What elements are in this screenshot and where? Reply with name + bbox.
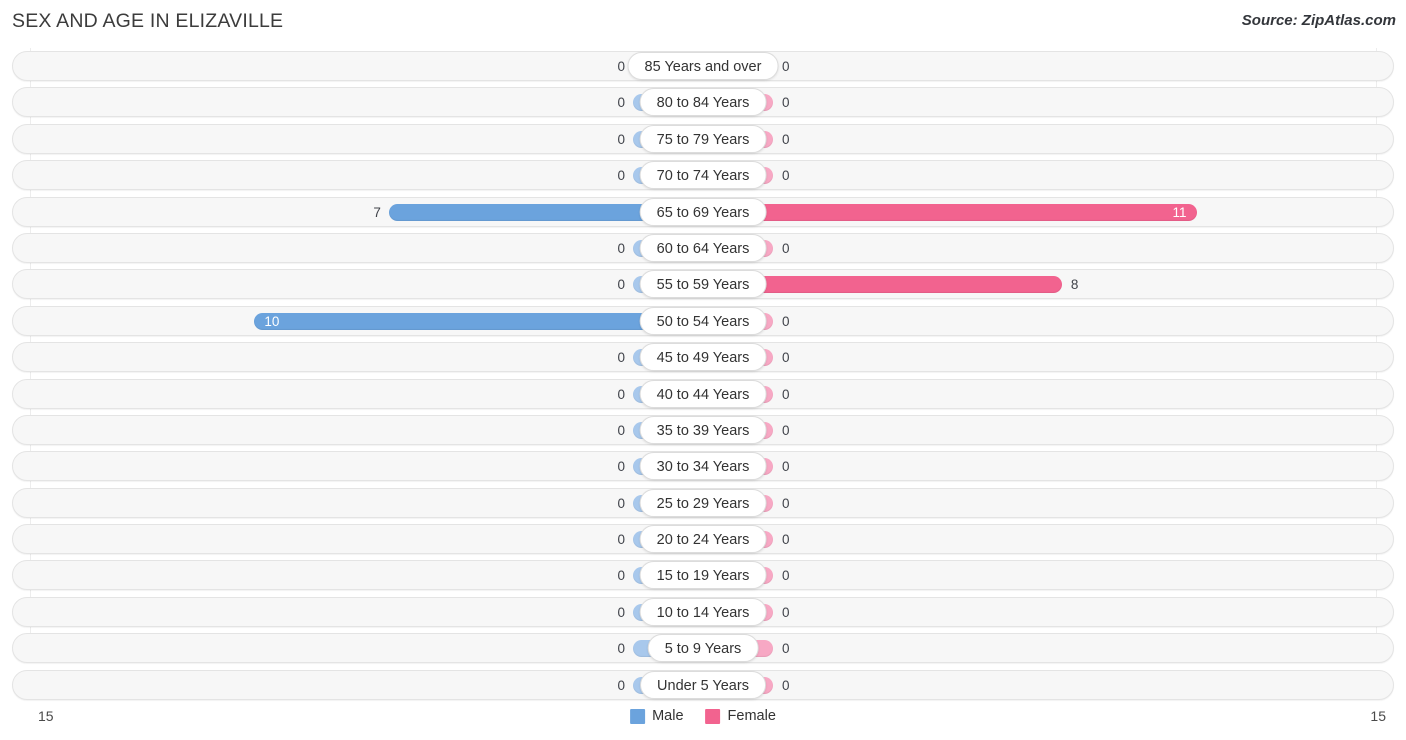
age-group-label: 25 to 29 Years bbox=[639, 488, 767, 517]
source-attribution: Source: ZipAtlas.com bbox=[1241, 12, 1396, 29]
age-group-label: 15 to 19 Years bbox=[639, 561, 767, 590]
age-row[interactable]: 0 0 30 to 34 Years bbox=[0, 448, 1406, 484]
chart-header: SEX AND AGE IN ELIZAVILLE Source: ZipAtl… bbox=[0, 0, 1406, 46]
female-value-label: 0 bbox=[782, 131, 790, 147]
age-group-label: 10 to 14 Years bbox=[639, 597, 767, 626]
age-group-label: 80 to 84 Years bbox=[639, 88, 767, 117]
age-group-label: 20 to 24 Years bbox=[639, 525, 767, 554]
female-value-label: 0 bbox=[782, 240, 790, 256]
age-group-label: 50 to 54 Years bbox=[639, 306, 767, 335]
age-group-label: 30 to 34 Years bbox=[639, 452, 767, 481]
age-row[interactable]: 0 0 40 to 44 Years bbox=[0, 376, 1406, 412]
age-row[interactable]: 0 0 80 to 84 Years bbox=[0, 84, 1406, 120]
age-row[interactable]: 0 0 35 to 39 Years bbox=[0, 412, 1406, 448]
male-value-label: 0 bbox=[617, 59, 625, 74]
female-value-label: 0 bbox=[782, 422, 790, 438]
male-value-label: 0 bbox=[617, 277, 625, 293]
age-group-label: 60 to 64 Years bbox=[639, 233, 767, 262]
age-row[interactable]: 0 0 20 to 24 Years bbox=[0, 521, 1406, 557]
legend-item-male[interactable]: Male bbox=[630, 708, 684, 724]
chart-plot-area: 0 0 85 Years and over 0 0 80 to 84 Years 0 0 75 … bbox=[0, 48, 1406, 703]
page-title: SEX AND AGE IN ELIZAVILLE bbox=[12, 10, 284, 32]
female-value-label: 0 bbox=[782, 677, 790, 693]
legend-label-male: Male bbox=[652, 708, 684, 724]
female-value-label: 0 bbox=[782, 604, 790, 620]
age-row[interactable]: 0 0 Under 5 Years bbox=[0, 667, 1406, 703]
axis-label-left: 15 bbox=[38, 708, 54, 724]
female-value-label: 11 bbox=[1172, 204, 1187, 220]
age-group-label: 35 to 39 Years bbox=[639, 415, 767, 444]
age-row[interactable]: 0 0 60 to 64 Years bbox=[0, 230, 1406, 266]
age-row[interactable]: 0 0 85 Years and over bbox=[0, 48, 1406, 84]
female-bar[interactable] bbox=[703, 203, 1197, 221]
male-value-label: 0 bbox=[617, 350, 625, 366]
age-group-label: 40 to 44 Years bbox=[639, 379, 767, 408]
female-color-swatch-icon bbox=[705, 708, 721, 724]
female-value-label: 0 bbox=[782, 168, 790, 184]
male-value-label: 0 bbox=[617, 459, 625, 475]
male-value-label: 7 bbox=[373, 204, 381, 220]
female-value-label: 0 bbox=[782, 350, 790, 366]
male-value-label: 0 bbox=[617, 422, 625, 438]
age-group-label: 65 to 69 Years bbox=[639, 197, 767, 226]
female-value-label: 0 bbox=[782, 568, 790, 584]
age-group-label: 70 to 74 Years bbox=[639, 161, 767, 190]
male-value-label: 0 bbox=[617, 168, 625, 184]
age-row[interactable]: 0 0 25 to 29 Years bbox=[0, 485, 1406, 521]
age-row[interactable]: 0 8 55 to 59 Years bbox=[0, 266, 1406, 302]
male-value-label: 0 bbox=[617, 568, 625, 584]
age-row[interactable]: 0 0 5 to 9 Years bbox=[0, 630, 1406, 666]
male-value-label: 0 bbox=[617, 131, 625, 147]
age-row[interactable]: 0 0 10 to 14 Years bbox=[0, 594, 1406, 630]
female-value-label: 8 bbox=[1070, 277, 1079, 293]
female-value-label: 0 bbox=[782, 495, 790, 511]
male-color-swatch-icon bbox=[630, 708, 646, 724]
age-row[interactable]: 0 0 75 to 79 Years bbox=[0, 121, 1406, 157]
male-bar[interactable] bbox=[254, 312, 703, 330]
age-row[interactable]: 0 0 70 to 74 Years bbox=[0, 157, 1406, 193]
age-rows: 0 0 85 Years and over 0 0 80 to 84 Years 0 0 75 … bbox=[0, 48, 1406, 703]
age-row[interactable]: 7 11 65 to 69 Years bbox=[0, 194, 1406, 230]
male-value-label: 0 bbox=[617, 240, 625, 256]
female-value-label: 0 bbox=[782, 459, 790, 475]
male-value-label: 0 bbox=[617, 677, 625, 693]
age-group-label: 45 to 49 Years bbox=[639, 343, 767, 372]
male-value-label: 0 bbox=[617, 641, 625, 657]
female-value-label: 0 bbox=[782, 532, 790, 548]
male-value-label: 0 bbox=[617, 532, 625, 548]
age-row[interactable]: 0 0 15 to 19 Years bbox=[0, 557, 1406, 593]
age-group-label: 75 to 79 Years bbox=[639, 124, 767, 153]
age-group-label: 55 to 59 Years bbox=[639, 270, 767, 299]
age-group-label: 85 Years and over bbox=[627, 52, 779, 80]
male-value-label: 10 bbox=[264, 313, 280, 329]
age-group-label: 5 to 9 Years bbox=[647, 634, 759, 663]
male-value-label: 0 bbox=[617, 95, 625, 111]
legend-label-female: Female bbox=[727, 708, 776, 724]
age-row[interactable]: 10 0 50 to 54 Years bbox=[0, 303, 1406, 339]
female-value-label: 0 bbox=[782, 313, 790, 329]
female-value-label: 0 bbox=[782, 641, 790, 657]
male-value-label: 0 bbox=[617, 604, 625, 620]
chart-legend: Male Female bbox=[630, 708, 776, 724]
male-value-label: 0 bbox=[617, 495, 625, 511]
female-value-label: 0 bbox=[782, 95, 790, 111]
female-value-label: 0 bbox=[782, 386, 790, 402]
chart-footer: 15 Male Female 15 bbox=[0, 700, 1406, 740]
female-value-label: 0 bbox=[782, 59, 790, 74]
legend-item-female[interactable]: Female bbox=[705, 708, 776, 724]
axis-label-right: 15 bbox=[1370, 708, 1386, 724]
age-group-label: Under 5 Years bbox=[640, 670, 766, 699]
age-row[interactable]: 0 0 45 to 49 Years bbox=[0, 339, 1406, 375]
male-value-label: 0 bbox=[617, 386, 625, 402]
